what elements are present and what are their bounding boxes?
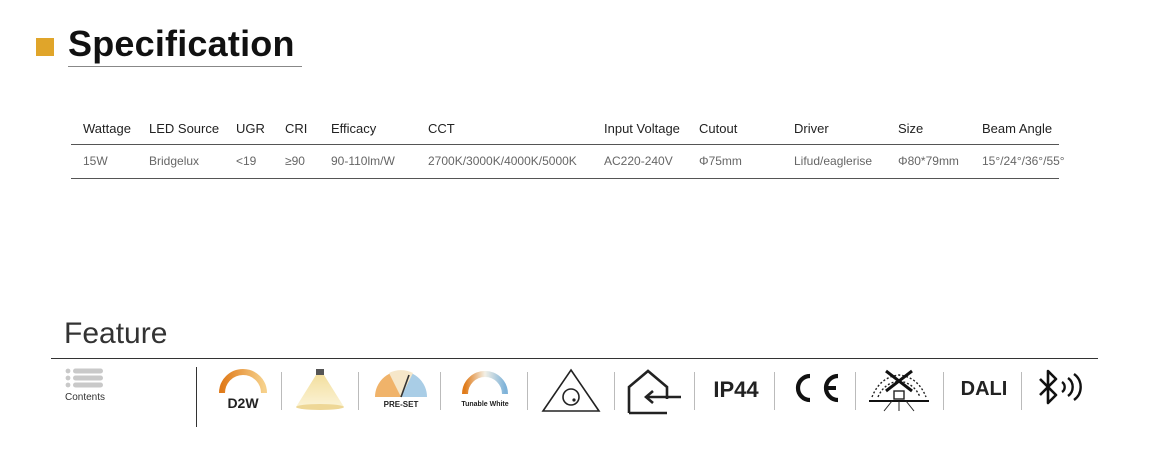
cell-cct: 2700K/3000K/4000K/5000K — [416, 144, 592, 179]
cell-ugr: <19 — [224, 144, 273, 179]
col-header-cct: CCT — [416, 115, 592, 145]
col-header-beam-angle: Beam Angle — [970, 115, 1059, 145]
cell-efficacy: 90-110lm/W — [319, 144, 416, 179]
col-header-cri: CRI — [273, 115, 319, 145]
title-underline — [68, 66, 302, 67]
col-header-led-source: LED Source — [137, 115, 224, 145]
bluetooth-icon — [1034, 367, 1084, 415]
contents-label: Contents — [65, 392, 106, 403]
cell-wattage: 15W — [71, 144, 137, 179]
dali-icon: DALI — [960, 378, 1008, 400]
col-header-driver: Driver — [782, 115, 886, 145]
icon-divider — [440, 372, 441, 410]
contents-button[interactable]: Contents — [62, 366, 132, 410]
icon-divider — [943, 372, 944, 410]
title-marker — [36, 38, 54, 56]
ce-mark-icon — [786, 367, 844, 415]
cell-cutout: Φ75mm — [687, 144, 782, 179]
cell-size: Φ80*79mm — [886, 144, 970, 179]
d2w-icon: D2W — [214, 367, 272, 415]
tunable-white-icon: Tunable White — [454, 367, 516, 415]
page-title: Specification — [68, 23, 295, 64]
col-header-cutout: Cutout — [687, 115, 782, 145]
list-icon — [65, 368, 103, 388]
icon-divider — [694, 372, 695, 410]
dimmable-triangle-icon — [540, 367, 602, 415]
cell-beam-angle: 15°/24°/36°/55° — [970, 144, 1065, 179]
feature-divider — [51, 358, 1098, 359]
ip44-icon: IP44 — [713, 377, 759, 402]
icon-divider — [1021, 372, 1022, 410]
icon-divider — [774, 372, 775, 410]
downlight-beam-icon — [294, 367, 346, 415]
cell-driver: Lifud/eaglerise — [782, 144, 886, 179]
contents-divider — [196, 367, 197, 427]
col-header-size: Size — [886, 115, 970, 145]
cell-led-source: Bridgelux — [137, 144, 224, 179]
cell-cri: ≥90 — [273, 144, 319, 179]
icon-divider — [855, 372, 856, 410]
icon-divider — [527, 372, 528, 410]
no-insulation-cover-icon — [866, 367, 932, 415]
spec-header-row: Wattage LED Source UGR CRI Efficacy CCT … — [71, 115, 1059, 145]
col-header-wattage: Wattage — [71, 115, 137, 145]
spec-table: Wattage LED Source UGR CRI Efficacy CCT … — [71, 115, 1065, 179]
col-header-input-voltage: Input Voltage — [592, 115, 687, 145]
indoor-house-icon — [626, 367, 684, 415]
cell-input-voltage: AC220-240V — [592, 144, 687, 179]
icon-divider — [358, 372, 359, 410]
col-header-ugr: UGR — [224, 115, 273, 145]
icon-divider — [614, 372, 615, 410]
icon-divider — [281, 372, 282, 410]
col-header-efficacy: Efficacy — [319, 115, 416, 145]
feature-title: Feature — [64, 317, 168, 350]
table-row: 15W Bridgelux <19 ≥90 90-110lm/W 2700K/3… — [71, 144, 1065, 179]
preset-icon: PRE-SET — [372, 367, 430, 415]
